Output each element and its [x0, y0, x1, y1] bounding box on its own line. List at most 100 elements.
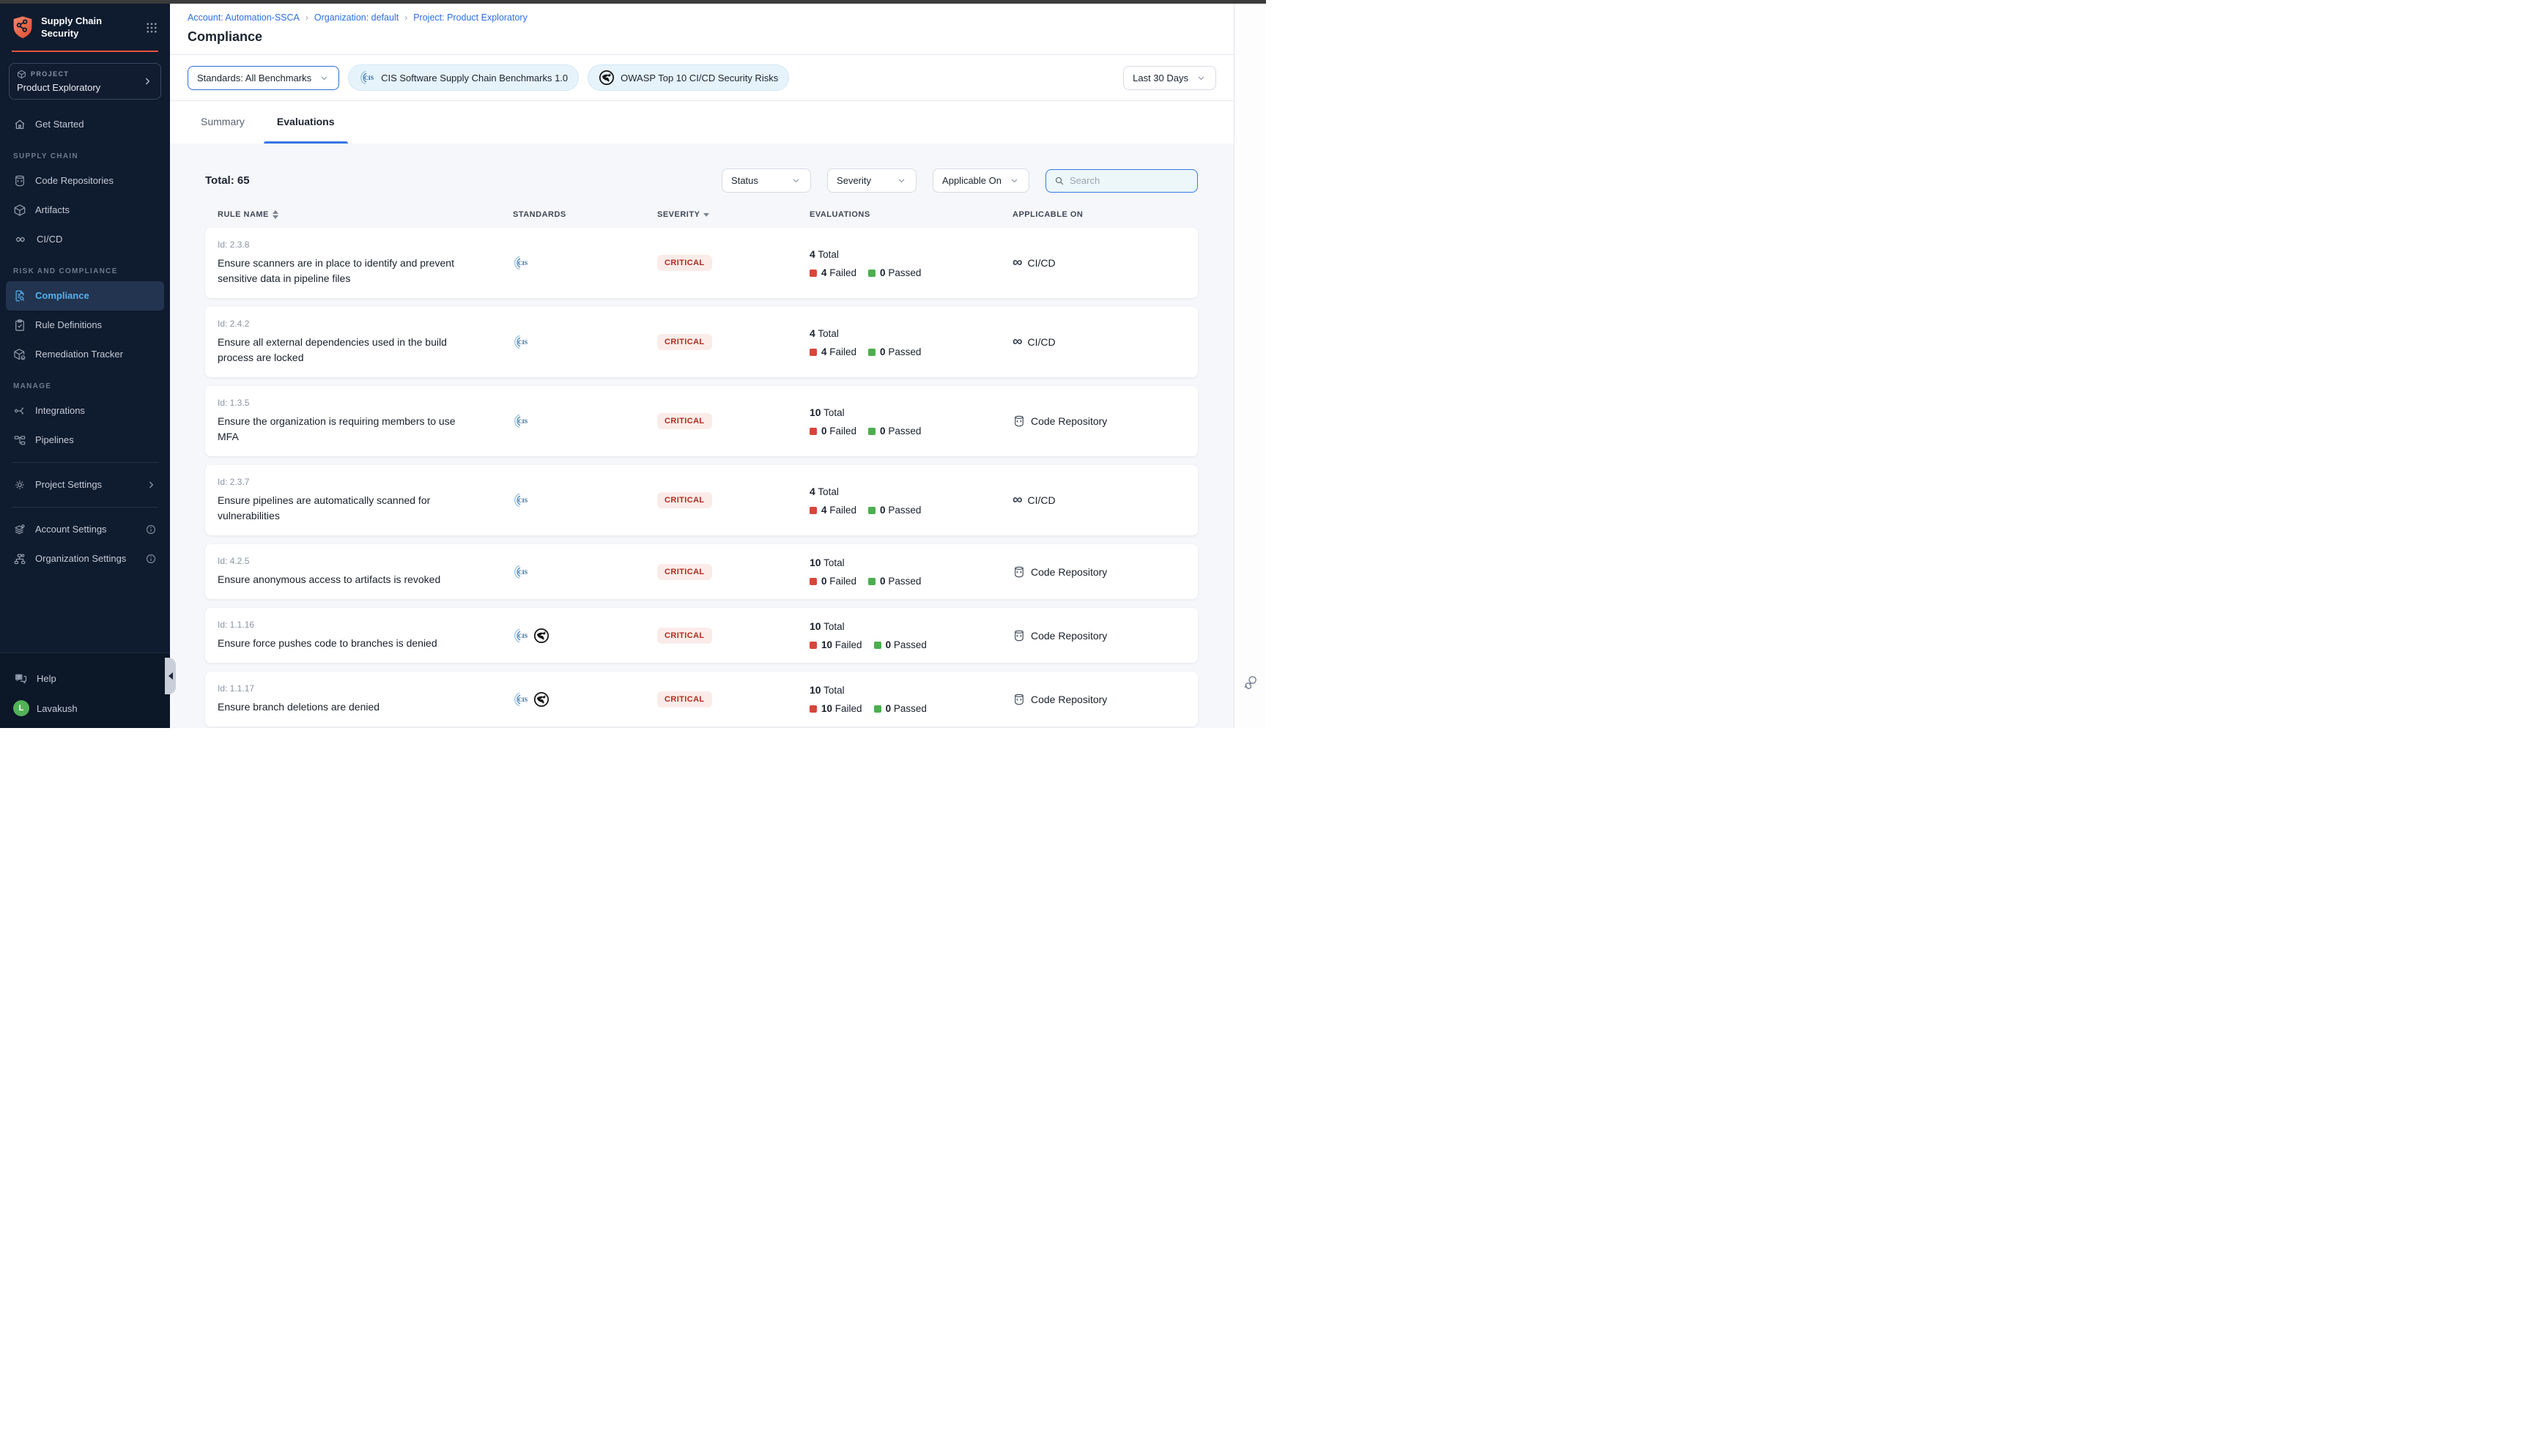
brand-accent-divider [12, 51, 158, 52]
svg-text:CIS: CIS [364, 75, 374, 81]
sidebar-divider [12, 462, 158, 463]
rule-name: Ensure the organization is requiring mem… [218, 414, 470, 445]
standards-cell: CIS [513, 691, 657, 707]
severity-badge: CRITICAL [657, 628, 712, 644]
sort-desc-icon [703, 213, 709, 217]
severity-filter-dropdown[interactable]: Severity [827, 168, 917, 193]
sidebar-item-pipelines[interactable]: Pipelines [0, 426, 170, 455]
sidebar-item-label: Remediation Tracker [35, 349, 123, 360]
eval-failed: 0 Failed [810, 426, 856, 437]
sidebar-item-account-settings[interactable]: Account Settings [0, 515, 170, 544]
standard-chip-cis[interactable]: CISCIS Software Supply Chain Benchmarks … [348, 64, 579, 91]
clipboard-check-icon [13, 319, 26, 332]
rule-name: Ensure all external dependencies used in… [218, 335, 470, 365]
table-row[interactable]: Id: 2.4.2 Ensure all external dependencie… [205, 307, 1198, 377]
code-repository-icon [1013, 415, 1026, 428]
box-icon [13, 204, 26, 217]
date-range-dropdown[interactable]: Last 30 Days [1123, 66, 1216, 90]
table-row[interactable]: Id: 1.1.16Ensure force pushes code to br… [205, 608, 1198, 663]
severity-badge: CRITICAL [657, 255, 712, 271]
column-header-evaluations: EVALUATIONS [810, 210, 1013, 219]
sidebar-item-artifacts[interactable]: Artifacts [0, 196, 170, 225]
column-header-rule-name[interactable]: RULE NAME [218, 210, 513, 219]
pipeline-icon [13, 434, 26, 447]
owasp-logo-icon [599, 70, 615, 86]
gear-icon [13, 478, 26, 491]
applicable-on-cell: Code Repository [1013, 693, 1198, 706]
user-name: Lavakush [37, 703, 78, 714]
info-icon [145, 553, 157, 565]
page-header: Account: Automation-SSCA › Organization: d… [170, 4, 1234, 55]
standards-dropdown[interactable]: Standards: All Benchmarks [188, 66, 339, 90]
table-toolbar: Total: 65 Status Severity Applicable On [205, 168, 1198, 193]
avatar: L [13, 700, 29, 716]
tab-summary[interactable]: Summary [188, 110, 258, 144]
nav-section-label: MANAGE [0, 369, 170, 396]
rule-id: Id: 2.4.2 [218, 319, 513, 329]
sidebar-item-compliance[interactable]: Compliance [6, 281, 164, 311]
owasp-standard-icon [533, 691, 549, 707]
column-header-severity[interactable]: SEVERITY [657, 210, 810, 219]
passed-indicator [868, 507, 876, 514]
breadcrumb-separator: › [306, 12, 308, 23]
svg-text:CIS: CIS [518, 260, 528, 267]
sidebar-item-help[interactable]: ? Help [0, 664, 170, 693]
table-row[interactable]: Id: 1.3.5Ensure the organization is requ… [205, 386, 1198, 456]
applicable-on-filter-dropdown[interactable]: Applicable On [933, 168, 1029, 193]
brand: Supply Chain Security [0, 4, 170, 51]
evaluations-cell: 10 Total0 Failed0 Passed [810, 406, 1013, 437]
project-selector[interactable]: PROJECT Product Exploratory [9, 63, 161, 100]
sidebar-item-label: Code Repositories [35, 175, 114, 186]
shield-logo-icon [12, 15, 34, 40]
eval-passed: 0 Passed [868, 346, 921, 357]
cicd-infinity-icon: ∞ [1013, 496, 1023, 505]
table-row[interactable]: Id: 4.2.5Ensure anonymous access to arti… [205, 544, 1198, 599]
tabs: SummaryEvaluations [170, 101, 1234, 144]
sidebar-item-project-settings[interactable]: Project Settings [0, 470, 170, 499]
owasp-standard-icon [533, 628, 549, 644]
tab-evaluations[interactable]: Evaluations [264, 110, 348, 144]
sidebar-item-organization-settings[interactable]: Organization Settings [0, 544, 170, 573]
applicable-on-cell: Code Repository [1013, 629, 1198, 642]
breadcrumb-link[interactable]: Account: Automation-SSCA [188, 12, 300, 23]
user-menu[interactable]: L Lavakush [0, 693, 170, 716]
sidebar-item-ci-cd[interactable]: CI/CD [0, 225, 170, 254]
svg-text:?: ? [18, 675, 21, 680]
rule-id: Id: 2.3.8 [218, 239, 513, 250]
total-count: Total: 65 [205, 174, 250, 187]
rule-id: Id: 2.3.7 [218, 477, 513, 487]
applicable-on-label: Code Repository [1031, 566, 1107, 578]
sidebar-item-rule-definitions[interactable]: Rule Definitions [0, 311, 170, 340]
breadcrumb-link[interactable]: Organization: default [314, 12, 399, 23]
cis-standard-icon: CIS [513, 334, 529, 350]
eval-failed: 10 Failed [810, 703, 862, 714]
feedback-chat-icon[interactable] [1243, 674, 1259, 690]
sidebar-footer: ? Help L Lavakush [0, 653, 170, 728]
table-row[interactable]: Id: 2.3.7Ensure pipelines are automatica… [205, 465, 1198, 535]
sidebar-item-get-started[interactable]: Get Started [0, 110, 170, 139]
table-row[interactable]: Id: 1.1.17Ensure branch deletions are de… [205, 672, 1198, 727]
applicable-on-cell: ∞CI/CD [1013, 494, 1198, 506]
eval-failed: 0 Failed [810, 576, 856, 587]
breadcrumb-link[interactable]: Project: Product Exploratory [413, 12, 528, 23]
eval-total-count: 10 [810, 684, 821, 696]
sidebar-item-remediation-tracker[interactable]: Remediation Tracker [0, 340, 170, 369]
eval-passed: 0 Passed [868, 576, 921, 587]
search-input[interactable] [1070, 175, 1190, 186]
cis-standard-icon: CIS [513, 564, 529, 580]
rule-name: Ensure branch deletions are denied [218, 699, 470, 715]
sidebar-collapse-handle[interactable] [165, 658, 176, 694]
eval-failed: 4 Failed [810, 267, 856, 278]
standards-cell: CIS [513, 564, 657, 580]
table-row[interactable]: Id: 2.3.8Ensure scanners are in place to… [205, 228, 1198, 298]
sidebar-item-integrations[interactable]: Integrations [0, 396, 170, 426]
sidebar-item-code-repositories[interactable]: Code Repositories [0, 166, 170, 196]
sidebar-item-label: Account Settings [35, 524, 107, 535]
applicable-on-label: CI/CD [1028, 336, 1056, 348]
applicable-on-label: Code Repository [1031, 694, 1107, 705]
applicable-on-label: Code Repository [1031, 415, 1107, 427]
apps-grid-icon[interactable] [145, 21, 158, 34]
table-body: Id: 2.3.8Ensure scanners are in place to… [205, 228, 1198, 727]
standard-chip-owasp[interactable]: OWASP Top 10 CI/CD Security Risks [588, 64, 789, 91]
status-filter-dropdown[interactable]: Status [722, 168, 811, 193]
